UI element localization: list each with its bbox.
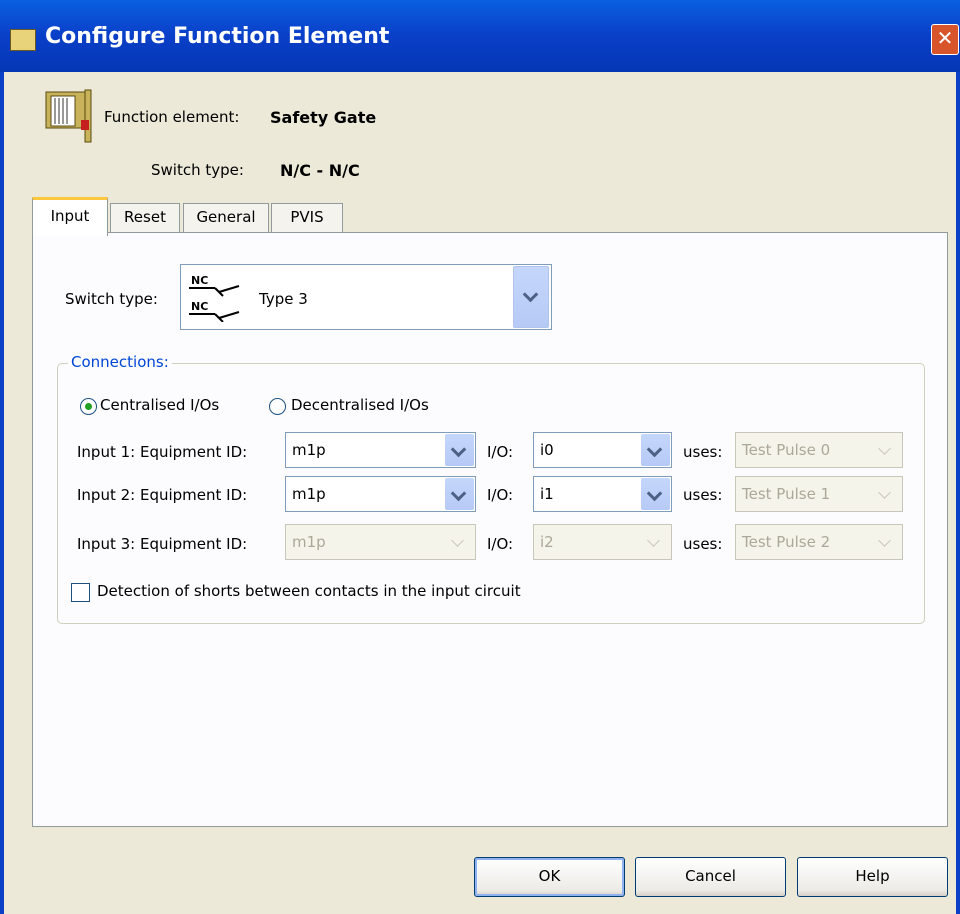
input-3-io-select: i2 — [533, 524, 672, 560]
input-1-uses-label: uses: — [683, 443, 723, 461]
input-3-equipment-select: m1p — [285, 524, 476, 560]
input-1-label: Input 1: Equipment ID: — [77, 443, 248, 461]
input-3-io-value: i2 — [540, 533, 554, 551]
radio-decentralised-label[interactable]: Decentralised I/Os — [291, 396, 429, 414]
chevron-down-icon — [878, 442, 891, 455]
input-2-uses-dropdown — [872, 478, 901, 510]
switch-type-dropdown-button[interactable] — [513, 266, 549, 328]
input-2-io-value: i1 — [540, 485, 554, 503]
app-icon — [10, 29, 36, 51]
radio-centralised-label[interactable]: Centralised I/Os — [100, 396, 219, 414]
close-button[interactable]: ✕ — [931, 24, 959, 55]
input-3-io-label: I/O: — [487, 535, 514, 553]
input-2-label: Input 2: Equipment ID: — [77, 486, 248, 504]
switch-type-header-value: N/C - N/C — [280, 161, 360, 180]
tab-pvis[interactable]: PVIS — [271, 203, 343, 232]
cancel-button[interactable]: Cancel — [635, 857, 786, 897]
input-3-io-dropdown — [641, 526, 670, 558]
switch-type-header-label: Switch type: — [151, 161, 244, 179]
safety-gate-icon — [45, 89, 92, 143]
input-2-io-select[interactable]: i1 — [533, 476, 672, 512]
function-element-value: Safety Gate — [270, 108, 377, 127]
input-3-uses-label: uses: — [683, 535, 723, 553]
nc-nc-contact-icon: NC NC — [189, 274, 240, 322]
tab-reset[interactable]: Reset — [110, 203, 180, 232]
input-1-io-dropdown[interactable] — [641, 434, 670, 466]
switch-type-label: Switch type: — [65, 290, 158, 308]
input-3-uses-dropdown — [872, 526, 901, 558]
input-3-equipment-value: m1p — [292, 533, 326, 551]
input-1-equipment-select[interactable]: m1p — [285, 432, 476, 468]
detect-shorts-checkbox[interactable] — [71, 583, 90, 602]
chevron-down-icon — [646, 485, 663, 502]
input-2-equipment-dropdown[interactable] — [445, 478, 474, 510]
window-title: Configure Function Element — [45, 24, 390, 49]
input-1-uses-value: Test Pulse 0 — [742, 441, 831, 459]
radio-centralised[interactable] — [80, 398, 97, 415]
input-2-io-label: I/O: — [487, 486, 514, 504]
tab-general[interactable]: General — [183, 203, 269, 232]
svg-text:NC: NC — [191, 300, 208, 313]
chevron-down-icon — [450, 485, 467, 502]
chevron-down-icon — [451, 534, 464, 547]
input-3-label: Input 3: Equipment ID: — [77, 535, 248, 553]
input-1-io-label: I/O: — [487, 443, 514, 461]
input-1-io-select[interactable]: i0 — [533, 432, 672, 468]
input-2-io-dropdown[interactable] — [641, 478, 670, 510]
detect-shorts-label[interactable]: Detection of shorts between contacts in … — [97, 582, 521, 600]
input-1-uses-dropdown — [872, 434, 901, 466]
radio-checked-dot — [85, 403, 92, 410]
chevron-down-icon — [646, 441, 663, 458]
function-element-label: Function element: — [104, 108, 240, 126]
input-2-equipment-value: m1p — [292, 485, 326, 503]
svg-text:NC: NC — [191, 274, 208, 287]
input-3-uses-value: Test Pulse 2 — [742, 533, 831, 551]
input-2-uses-value: Test Pulse 1 — [742, 485, 831, 503]
chevron-down-icon — [878, 534, 891, 547]
input-2-uses-select: Test Pulse 1 — [735, 476, 903, 512]
input-1-equipment-value: m1p — [292, 441, 326, 459]
tab-input[interactable]: Input — [32, 197, 108, 236]
input-1-equipment-dropdown[interactable] — [445, 434, 474, 466]
window-border-right — [956, 72, 960, 914]
connections-title: Connections: — [68, 353, 172, 371]
input-2-equipment-select[interactable]: m1p — [285, 476, 476, 512]
chevron-down-icon — [522, 286, 539, 303]
chevron-down-icon — [647, 534, 660, 547]
radio-decentralised[interactable] — [269, 398, 286, 415]
help-button[interactable]: Help — [797, 857, 948, 897]
chevron-down-icon — [878, 486, 891, 499]
input-1-io-value: i0 — [540, 441, 554, 459]
chevron-down-icon — [450, 441, 467, 458]
input-2-uses-label: uses: — [683, 486, 723, 504]
switch-type-value: Type 3 — [259, 290, 308, 308]
input-3-uses-select: Test Pulse 2 — [735, 524, 903, 560]
input-1-uses-select: Test Pulse 0 — [735, 432, 903, 468]
input-3-equipment-dropdown — [445, 526, 474, 558]
ok-button[interactable]: OK — [474, 857, 625, 897]
